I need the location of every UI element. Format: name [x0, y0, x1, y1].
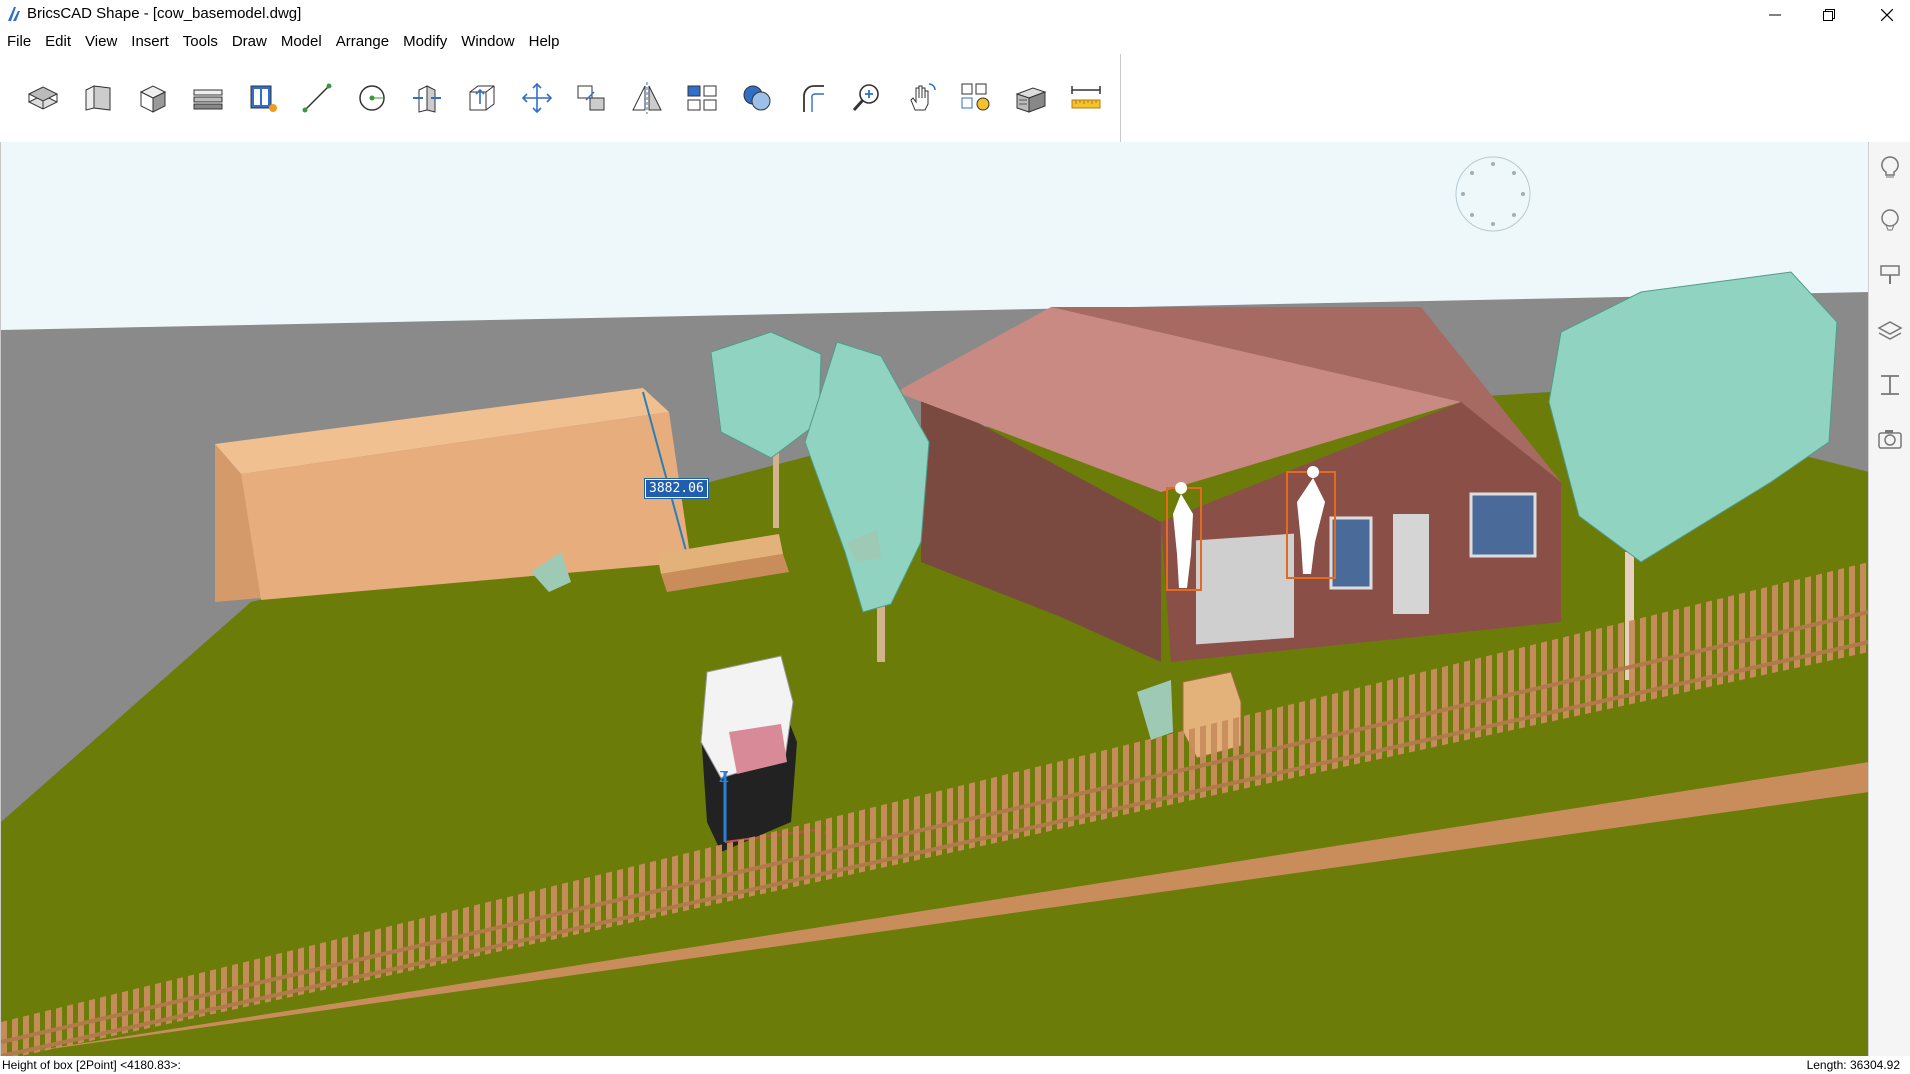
measure-icon	[1071, 86, 1101, 109]
toolbar-area	[0, 54, 1910, 143]
main-toolbar	[0, 54, 1121, 142]
dimension-input-field[interactable]: 3882.06	[644, 478, 709, 499]
library-icon	[1881, 375, 1899, 395]
union-icon	[743, 85, 771, 111]
stair-tool-button[interactable]	[187, 77, 229, 119]
minimize-icon	[1769, 14, 1781, 16]
circle-tool-button[interactable]	[351, 77, 393, 119]
pan-icon	[910, 83, 937, 111]
bricscad-logo-icon	[8, 7, 20, 21]
balloon-icon	[1881, 209, 1899, 231]
menu-help[interactable]: Help	[522, 31, 567, 53]
layers-icon	[1877, 321, 1903, 340]
minimize-button[interactable]	[1752, 0, 1798, 30]
menu-tools[interactable]: Tools	[176, 31, 225, 53]
window-insert-icon	[250, 85, 277, 112]
line-icon	[302, 83, 332, 113]
library-panel-button[interactable]	[1873, 368, 1907, 402]
menu-bar: File Edit View Insert Tools Draw Model A…	[0, 30, 1910, 54]
wall-tool-button[interactable]	[22, 77, 64, 119]
wall-icon	[27, 86, 59, 110]
layers-panel-button[interactable]	[1873, 314, 1907, 348]
camera-panel-button[interactable]	[1873, 422, 1907, 456]
status-bar: Height of box [2Point] <4180.83>: Length…	[0, 1056, 1910, 1074]
close-icon	[1881, 9, 1893, 21]
union-tool-button[interactable]	[736, 77, 778, 119]
hint-bulb-icon	[1881, 156, 1899, 178]
stair-icon	[193, 89, 223, 110]
circle-icon	[359, 85, 386, 111]
push-pull-icon	[413, 85, 442, 113]
push-pull-tool-button[interactable]	[406, 77, 448, 119]
materials-tool-button[interactable]	[1010, 77, 1052, 119]
restore-button[interactable]	[1806, 0, 1852, 30]
move-tool-button[interactable]	[516, 77, 558, 119]
fillet-tool-button[interactable]	[791, 77, 833, 119]
slab-icon	[85, 85, 111, 111]
length-readout: Length: 36304.92	[1806, 1058, 1900, 1072]
materials-icon	[1015, 87, 1047, 113]
menu-edit[interactable]: Edit	[38, 31, 78, 53]
right-side-panel	[1868, 142, 1910, 1056]
pan-tool-button[interactable]	[901, 77, 943, 119]
render-lights-tool-button[interactable]	[955, 77, 997, 119]
line-tool-button[interactable]	[297, 77, 339, 119]
navigation-compass-icon[interactable]	[1453, 154, 1533, 234]
menu-modify[interactable]: Modify	[396, 31, 454, 53]
measure-tool-button[interactable]	[1065, 77, 1107, 119]
array-icon	[687, 85, 717, 111]
window-insert-tool-button[interactable]	[242, 77, 284, 119]
menu-model[interactable]: Model	[274, 31, 329, 53]
menu-view[interactable]: View	[78, 31, 124, 53]
copy-tool-button[interactable]	[571, 77, 613, 119]
extrude-face-icon	[469, 85, 495, 111]
paint-panel-button[interactable]	[1873, 258, 1907, 292]
mirror-tool-button[interactable]	[626, 77, 668, 119]
render-lights-icon	[961, 83, 990, 111]
scene-render: Z X	[1, 142, 1869, 1056]
copy-icon	[577, 85, 605, 111]
move-icon	[521, 82, 553, 114]
paint-icon	[1880, 265, 1900, 284]
mirror-icon	[632, 82, 662, 114]
extrude-face-tool-button[interactable]	[461, 77, 503, 119]
hint-panel-button[interactable]	[1873, 150, 1907, 184]
slab-tool-button[interactable]	[77, 77, 119, 119]
window-title: BricsCAD Shape - [cow_basemodel.dwg]	[27, 5, 302, 22]
array-tool-button[interactable]	[681, 77, 723, 119]
menu-file[interactable]: File	[0, 31, 38, 53]
menu-window[interactable]: Window	[454, 31, 521, 53]
restore-icon	[1823, 9, 1835, 21]
menu-arrange[interactable]: Arrange	[329, 31, 396, 53]
model-viewport[interactable]: Z X 3882.06	[0, 142, 1869, 1056]
close-button[interactable]	[1864, 0, 1910, 30]
title-bar: BricsCAD Shape - [cow_basemodel.dwg]	[0, 0, 1910, 30]
menu-insert[interactable]: Insert	[124, 31, 176, 53]
command-prompt: Height of box [2Point] <4180.83>:	[2, 1058, 181, 1072]
balloon-panel-button[interactable]	[1873, 204, 1907, 238]
zoom-tool-button[interactable]	[846, 77, 888, 119]
zoom-icon	[852, 84, 879, 112]
menu-draw[interactable]: Draw	[225, 31, 274, 53]
box-tool-button[interactable]	[132, 77, 174, 119]
camera-icon	[1878, 430, 1902, 449]
svg-text:Z: Z	[719, 769, 729, 786]
box-icon	[139, 85, 166, 113]
fillet-icon	[802, 85, 824, 112]
